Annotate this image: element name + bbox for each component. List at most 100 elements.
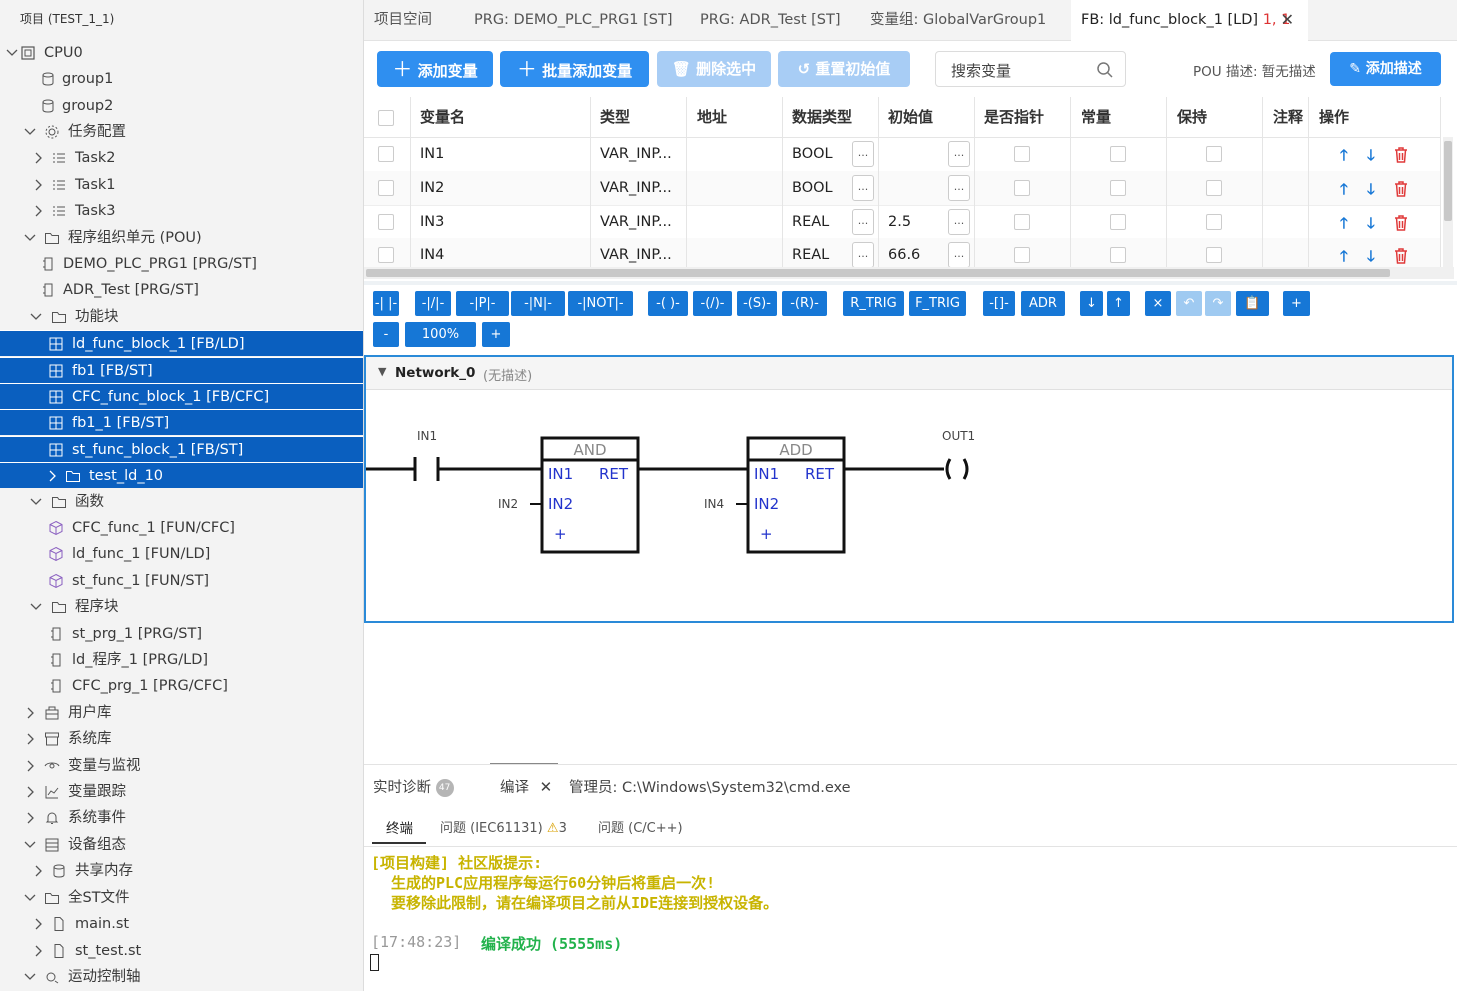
pointer-checkbox[interactable] (1014, 247, 1030, 263)
set-coil-button[interactable]: -(S)- (737, 291, 777, 316)
tree-item[interactable]: CFC_func_block_1 [FB/CFC] (0, 383, 363, 409)
subtab-problems-iec[interactable]: 问题 (IEC61131) ⚠3 (440, 817, 567, 836)
tree-item[interactable]: ADR_Test [PRG/ST] (0, 277, 363, 303)
retain-checkbox[interactable] (1206, 247, 1222, 263)
zoom-out-button[interactable]: - (373, 322, 399, 347)
tree-item[interactable]: fb1_1 [FB/ST] (0, 409, 363, 435)
constant-checkbox[interactable] (1110, 214, 1126, 230)
tree-item[interactable]: 系统库 (0, 726, 363, 752)
initial-value-picker-button[interactable]: ... (948, 175, 970, 201)
search-variable-input[interactable]: 搜索变量 (935, 51, 1126, 87)
delete-selected-button[interactable]: 🗑 删除选中 (657, 51, 771, 87)
tree-item[interactable]: st_prg_1 [PRG/ST] (0, 621, 363, 647)
var-datatype-cell[interactable]: BOOL (792, 171, 833, 205)
col-header-datatype[interactable]: 数据类型 (792, 97, 852, 137)
tree-item[interactable]: 变量跟踪 (0, 779, 363, 805)
f-trig-button[interactable]: F_TRIG (909, 291, 966, 316)
pointer-checkbox[interactable] (1014, 214, 1030, 230)
search-icon[interactable] (1096, 61, 1114, 79)
tree-item[interactable]: 函数 (0, 489, 363, 515)
tab-cmd[interactable]: 管理员: C:\Windows\System32\cmd.exe (569, 776, 851, 797)
move-up-icon[interactable]: 🡑 (1340, 213, 1348, 238)
var-datatype-cell[interactable]: BOOL (792, 137, 833, 171)
move-up-icon[interactable]: 🡑 (1340, 179, 1348, 204)
collapse-triangle-icon[interactable]: ▼ (378, 365, 386, 378)
col-header-comment[interactable]: 注释 (1273, 97, 1303, 137)
tab-demo-plc-prg1[interactable]: PRG: DEMO_PLC_PRG1 [ST] (474, 0, 673, 40)
pointer-checkbox[interactable] (1014, 180, 1030, 196)
tree-item[interactable]: Task1 (0, 172, 363, 198)
move-up-button[interactable]: ↑ (1107, 291, 1130, 316)
nc-contact-button[interactable]: -|/|- (415, 291, 451, 316)
move-down-icon[interactable]: 🡓 (1367, 179, 1375, 204)
delete-icon[interactable] (1394, 248, 1408, 264)
datatype-picker-button[interactable]: ... (852, 175, 874, 201)
tree-item[interactable]: Task3 (0, 198, 363, 224)
tree-item[interactable]: 功能块 (0, 304, 363, 330)
tree-item[interactable]: CFC_prg_1 [PRG/CFC] (0, 673, 363, 699)
reset-coil-button[interactable]: -(R)- (782, 291, 827, 316)
adr-button[interactable]: ADR (1021, 291, 1065, 316)
close-icon[interactable]: ✕ (1281, 0, 1294, 40)
var-type-cell[interactable]: VAR_INP... (600, 171, 672, 205)
retain-checkbox[interactable] (1206, 146, 1222, 162)
tree-item[interactable]: 任务配置 (0, 119, 363, 145)
network-header[interactable]: ▼ Network_0 (无描述) (366, 357, 1452, 390)
tree-item[interactable]: 程序组织单元 (POU) (0, 225, 363, 251)
row-checkbox[interactable] (378, 214, 394, 230)
tree-item[interactable]: DEMO_PLC_PRG1 [PRG/ST] (0, 251, 363, 277)
tree-item[interactable]: 用户库 (0, 700, 363, 726)
no-contact-button[interactable]: -| |- (373, 291, 399, 316)
initial-value-picker-button[interactable]: ... (948, 141, 970, 167)
batch-add-variable-button[interactable]: ＋ 批量添加变量 (500, 51, 649, 87)
delete-icon[interactable] (1394, 147, 1408, 163)
tree-item[interactable]: st_func_block_1 [FB/ST] (0, 436, 363, 462)
tree-item[interactable]: Task2 (0, 145, 363, 171)
row-checkbox[interactable] (378, 180, 394, 196)
tree-item[interactable]: fb1 [FB/ST] (0, 357, 363, 383)
var-initial-cell[interactable]: 2.5 (888, 205, 911, 239)
tree-item[interactable]: ld_func_1 [FUN/LD] (0, 541, 363, 567)
undo-button[interactable]: ↶ (1176, 291, 1202, 316)
box-button[interactable]: -[]- (983, 291, 1015, 316)
close-icon[interactable]: ✕ (540, 778, 553, 796)
tree-item[interactable]: 共享内存 (0, 858, 363, 884)
var-name-cell[interactable]: IN2 (420, 171, 444, 205)
var-type-cell[interactable]: VAR_INP... (600, 137, 672, 171)
tree-item[interactable]: 变量与监视 (0, 753, 363, 779)
datatype-picker-button[interactable]: ... (852, 209, 874, 235)
tree-item[interactable]: 程序块 (0, 594, 363, 620)
tree-item[interactable]: 系统事件 (0, 805, 363, 831)
tree-item[interactable]: main.st (0, 911, 363, 937)
tree-item[interactable]: group2 (0, 93, 363, 119)
delete-icon[interactable] (1394, 181, 1408, 197)
table-horizontal-scrollbar[interactable] (364, 267, 1454, 279)
tab-adr-test[interactable]: PRG: ADR_Test [ST] (700, 0, 841, 40)
delete-button[interactable]: × (1145, 291, 1171, 316)
paste-button[interactable]: 📋 (1236, 291, 1269, 316)
initial-value-picker-button[interactable]: ... (948, 209, 970, 235)
move-up-icon[interactable]: 🡑 (1340, 145, 1348, 170)
row-checkbox[interactable] (378, 247, 394, 263)
tab-workspace[interactable]: 项目空间 (374, 0, 432, 40)
tree-item[interactable]: 运动控制轴 (0, 964, 363, 990)
tree-item[interactable]: group1 (0, 66, 363, 92)
tree-item[interactable]: 设备组态 (0, 832, 363, 858)
tree-item[interactable]: ld_程序_1 [PRG/LD] (0, 647, 363, 673)
pointer-checkbox[interactable] (1014, 146, 1030, 162)
tab-global-var-group[interactable]: 变量组: GlobalVarGroup1 (870, 0, 1046, 40)
constant-checkbox[interactable] (1110, 247, 1126, 263)
zoom-in-button[interactable]: + (482, 322, 510, 347)
delete-icon[interactable] (1394, 215, 1408, 231)
add-button[interactable]: + (1283, 291, 1310, 316)
not-contact-button[interactable]: -|NOT|- (568, 291, 633, 316)
subtab-problems-cpp[interactable]: 问题 (C/C++) (598, 817, 683, 836)
move-down-icon[interactable]: 🡓 (1367, 145, 1375, 170)
col-header-name[interactable]: 变量名 (420, 97, 465, 137)
chevron-down-icon[interactable] (24, 964, 36, 991)
var-datatype-cell[interactable]: REAL (792, 205, 829, 239)
reset-initial-value-button[interactable]: ↺ 重置初始值 (778, 51, 910, 87)
var-type-cell[interactable]: VAR_INP... (600, 205, 672, 239)
redo-button[interactable]: ↷ (1205, 291, 1231, 316)
tab-ld-func-block-1[interactable]: FB: ld_func_block_1 [LD] 1, 1 ✕ (1071, 0, 1308, 41)
